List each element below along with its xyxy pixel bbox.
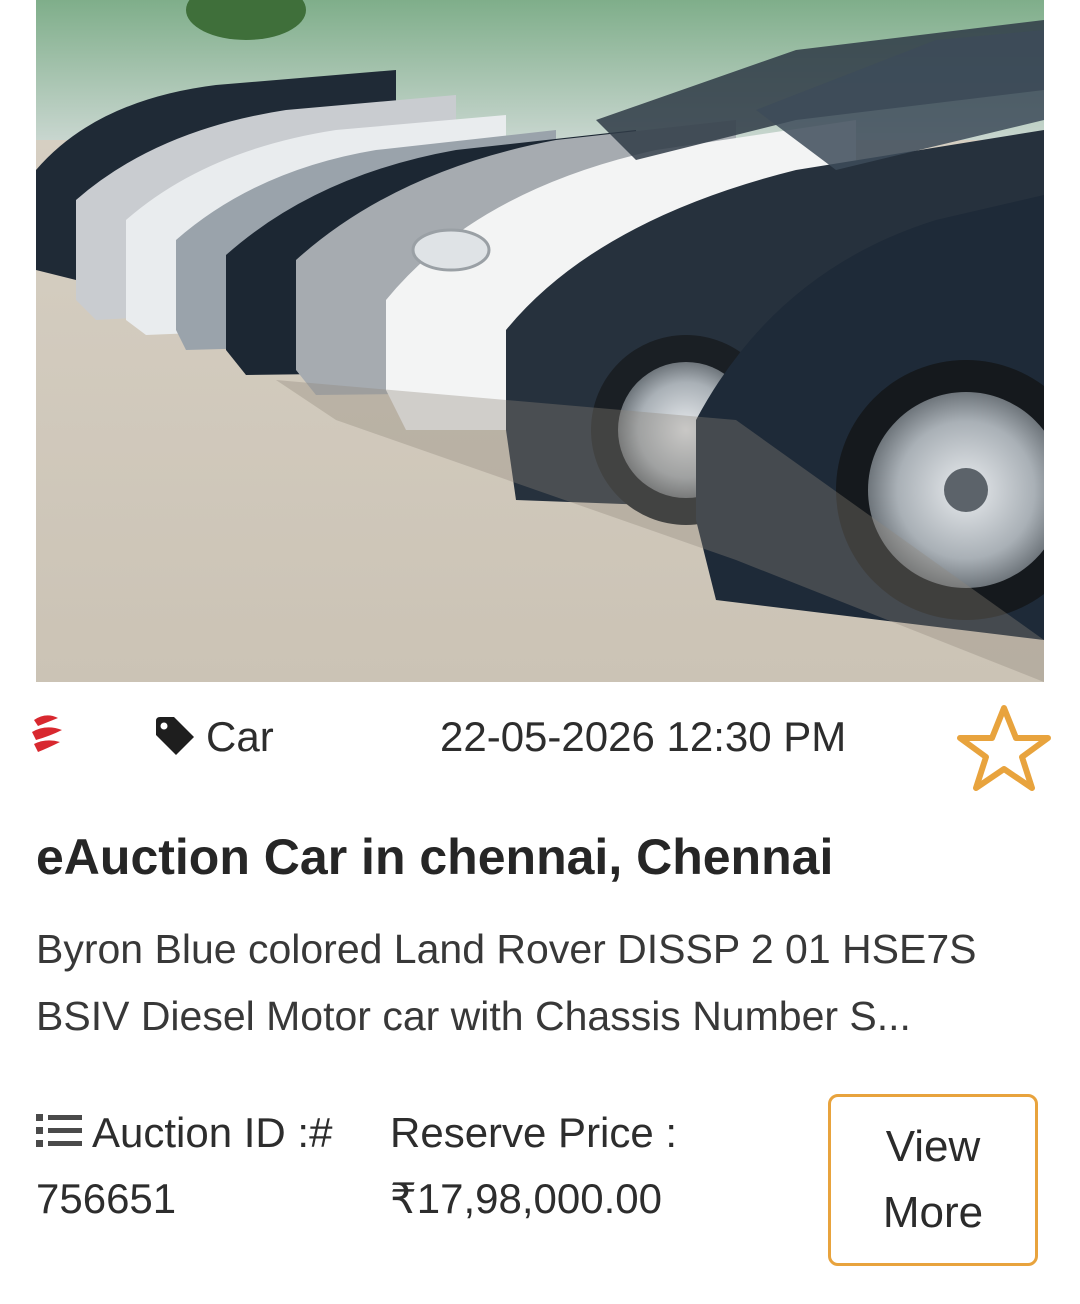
favorite-star-icon[interactable]	[954, 700, 1054, 796]
listing-footer: Auction ID :# 756651 Reserve Price : ₹17…	[0, 1094, 1080, 1284]
listing-description: Byron Blue colored Land Rover DISSP 2 01…	[36, 926, 977, 1039]
listing-title[interactable]: eAuction Car in chennai, Chennai	[36, 826, 833, 888]
reserve-price-value: ₹17,98,000.00	[390, 1175, 662, 1222]
brand-logo-icon	[28, 710, 68, 754]
view-more-button[interactable]: View More	[828, 1094, 1038, 1266]
reserve-price-label: Reserve Price :	[390, 1109, 678, 1156]
category-tag: Car	[154, 712, 274, 762]
meta-row: Car 22-05-2026 12:30 PM	[0, 690, 1080, 791]
auction-id-label: Auction ID :#	[92, 1109, 333, 1156]
auction-id-value: 756651	[36, 1175, 177, 1222]
auction-id-block: Auction ID :# 756651	[36, 1100, 376, 1232]
cars-image	[36, 0, 1044, 682]
list-icon	[36, 1104, 82, 1147]
category-label: Car	[206, 713, 274, 760]
auction-datetime: 22-05-2026 12:30 PM	[440, 713, 847, 760]
tag-icon	[154, 717, 196, 757]
listing-photo[interactable]	[36, 0, 1044, 682]
reserve-price-block: Reserve Price : ₹17,98,000.00	[390, 1100, 790, 1232]
view-more-label: View More	[882, 1122, 984, 1237]
auction-card[interactable]: Car 22-05-2026 12:30 PM eAuction Car in …	[0, 0, 1080, 1304]
